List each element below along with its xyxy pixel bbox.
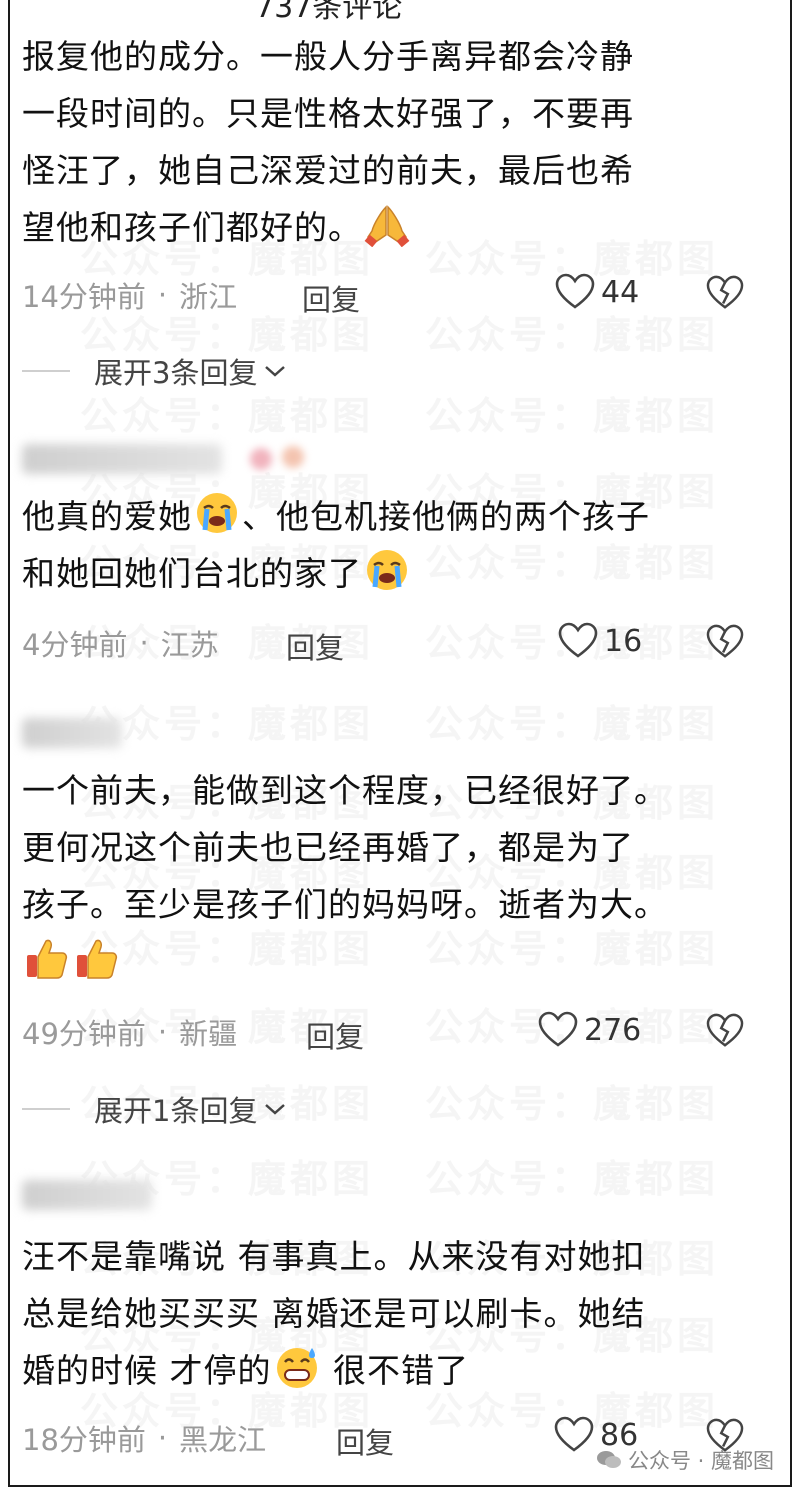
comment-location: 黑龙江 <box>179 1423 267 1457</box>
comment-text: 一个前夫，能做到这个程度，已经很好了。 更何况这个前夫也已经再婚了，都是为了 孩… <box>22 762 762 990</box>
dislike-button[interactable] <box>706 1013 744 1053</box>
heart-outline-icon <box>555 273 595 309</box>
heart-outline-icon <box>554 1416 594 1452</box>
like-button[interactable]: 276 <box>538 1011 641 1049</box>
thumbs-up-emoji <box>77 939 118 979</box>
wechat-icon <box>596 1451 621 1468</box>
grinning-sweat-emoji <box>276 1348 317 1388</box>
comment-time: 4分钟前 <box>22 628 128 662</box>
comment-meta: 4分钟前 · 江苏 <box>22 623 219 663</box>
like-count: 276 <box>584 1012 642 1048</box>
comment-meta: 18分钟前 · 黑龙江 <box>22 1418 266 1458</box>
crying-face-emoji <box>367 550 407 590</box>
comment-text: 汪不是靠嘴说 有事真上。从来没有对她扣 总是给她买买买 离婚还是可以刷卡。她结 … <box>22 1237 646 1390</box>
reply-button[interactable]: 回复 <box>306 1014 364 1056</box>
comment-location: 浙江 <box>179 280 238 314</box>
crying-face-emoji <box>197 493 237 533</box>
heart-outline-icon <box>538 1011 578 1047</box>
heart-outline-icon <box>558 622 598 658</box>
divider-line <box>22 1108 70 1110</box>
comment-text: 他真的爱她 、他包机接他俩的两个孩子 和她回她们台北的家了 <box>22 488 762 602</box>
dislike-button[interactable] <box>706 275 744 315</box>
like-count: 16 <box>604 623 643 659</box>
expand-replies-label: 展开1条回复 <box>94 1094 258 1128</box>
reply-button[interactable]: 回复 <box>302 277 360 319</box>
chevron-down-icon <box>265 366 286 377</box>
broken-heart-icon <box>706 624 744 658</box>
expand-replies[interactable]: 展开1条回复 <box>22 1088 287 1130</box>
blurred-badge <box>250 448 272 470</box>
dislike-button[interactable] <box>706 624 744 664</box>
blurred-username <box>22 1180 152 1210</box>
folded-hands-emoji <box>364 205 410 247</box>
reply-button[interactable]: 回复 <box>336 1420 394 1462</box>
comment-location: 江苏 <box>160 628 219 662</box>
reply-button[interactable]: 回复 <box>286 625 344 667</box>
like-count: 44 <box>601 274 640 310</box>
broken-heart-icon <box>706 1013 744 1047</box>
chevron-down-icon <box>265 1104 286 1115</box>
footer-watermark: 公众号 · 魔都图 <box>596 1445 774 1475</box>
like-button[interactable]: 16 <box>558 622 642 660</box>
comment-time: 14分钟前 <box>22 280 146 314</box>
broken-heart-icon <box>706 275 744 309</box>
expand-replies[interactable]: 展开3条回复 <box>22 350 287 392</box>
comment-location: 新疆 <box>179 1017 238 1051</box>
comment-text: 报复他的成分。一般人分手离异都会冷静 一段时间的。只是性格太好强了，不要再 怪汪… <box>22 37 634 247</box>
thumbs-up-emoji <box>27 939 68 979</box>
comment-time: 18分钟前 <box>22 1423 146 1457</box>
comment-count: 737条评论 <box>255 0 403 25</box>
comment-meta: 14分钟前 · 浙江 <box>22 275 237 315</box>
like-button[interactable]: 44 <box>555 273 639 311</box>
blurred-username <box>22 718 122 748</box>
comment-time: 49分钟前 <box>22 1017 146 1051</box>
blurred-username <box>22 444 222 474</box>
blurred-badge <box>282 446 304 468</box>
divider-line <box>22 370 70 372</box>
expand-replies-label: 展开3条回复 <box>94 356 258 390</box>
comment-meta: 49分钟前 · 新疆 <box>22 1012 237 1052</box>
